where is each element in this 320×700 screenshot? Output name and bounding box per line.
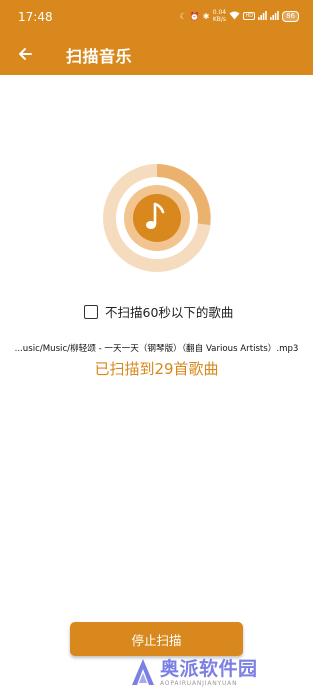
net-speed: 0.04 KB/s — [212, 9, 227, 23]
wifi-icon — [229, 11, 240, 22]
skip-short-songs-label: 不扫描60秒以下的歌曲 — [105, 305, 234, 320]
scan-count-text: 已扫描到29首歌曲 — [94, 360, 219, 378]
signal-icon-2 — [270, 10, 279, 22]
app-bar: 扫描音乐 — [0, 33, 313, 75]
alarm-icon: ⏰ — [189, 11, 200, 21]
scanning-disc-icon — [103, 164, 211, 272]
signal-icon — [258, 10, 267, 22]
stop-scan-button[interactable]: 停止扫描 — [70, 622, 243, 656]
skip-short-songs-checkbox[interactable] — [84, 304, 98, 319]
skip-short-songs-option[interactable]: 不扫描60秒以下的歌曲 — [84, 302, 233, 321]
watermark-en: AOPAIRUANJIANYUAN — [160, 679, 238, 687]
watermark-logo-icon — [132, 659, 154, 685]
back-button[interactable] — [10, 39, 40, 69]
site-watermark: 奥派软件园 AOPAIRUANJIANYUAN — [130, 657, 258, 687]
watermark-cn: 奥派软件园 — [160, 657, 258, 680]
hd-icon: HD — [243, 12, 256, 20]
watermark-text: 奥派软件园 AOPAIRUANJIANYUAN — [160, 658, 258, 687]
bluetooth-icon: ✱ — [202, 11, 210, 21]
status-bar: 17:48 ☾ ⏰ ✱ 0.04 KB/s HD 86 — [0, 0, 313, 33]
arrow-left-icon — [19, 48, 32, 60]
moon-icon: ☾ — [179, 11, 187, 21]
page-title: 扫描音乐 — [66, 47, 133, 66]
status-icons: ☾ ⏰ ✱ 0.04 KB/s HD 86 — [180, 9, 299, 23]
current-file-path: ...usic/Music/柳轻颂 - 一天一天（钢琴版）（翻自 Various… — [14, 344, 299, 354]
battery-icon: 86 — [282, 10, 299, 22]
status-time: 17:48 — [18, 10, 53, 24]
